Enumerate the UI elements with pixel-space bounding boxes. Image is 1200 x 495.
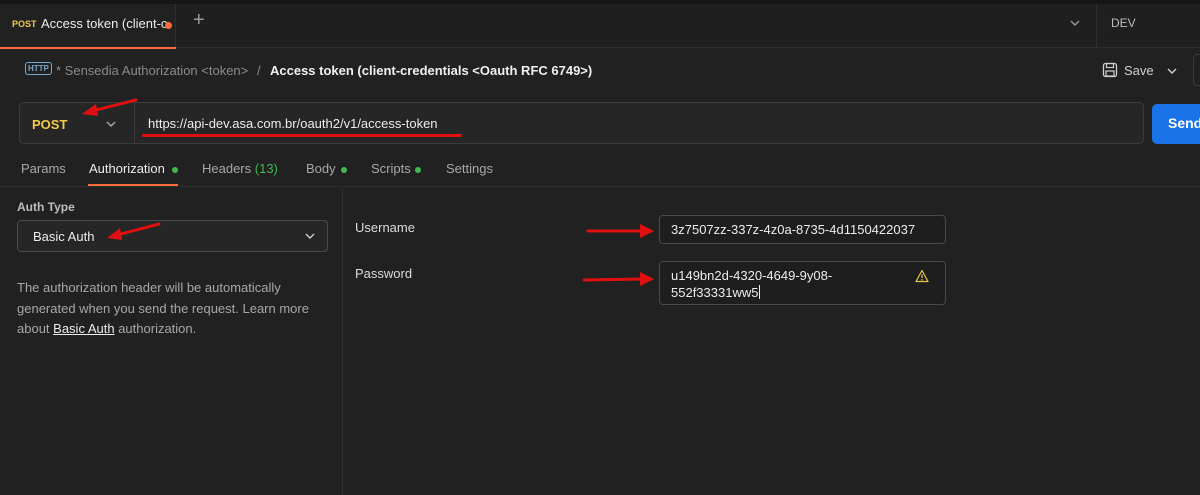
save-icon[interactable] (1102, 62, 1118, 78)
password-value-line1: u149bn2d-4320-4649-9y08- (671, 268, 833, 283)
breadcrumb-separator: / (257, 63, 261, 78)
http-request-icon: HTTP (25, 62, 52, 75)
tab-headers[interactable]: Headers (13) (202, 161, 278, 176)
url-input[interactable]: https://api-dev.asa.com.br/oauth2/v1/acc… (148, 116, 438, 131)
username-label: Username (355, 220, 415, 235)
unsaved-dot-icon (165, 22, 172, 29)
method-divider (134, 103, 135, 143)
auth-type-chevron-down-icon[interactable] (303, 229, 317, 243)
tab-method-badge: POST (12, 19, 37, 29)
password-value-text: 552f33331ww5 (671, 285, 759, 300)
password-label: Password (355, 266, 413, 281)
text-cursor (759, 285, 761, 299)
auth-description-suffix: authorization. (114, 321, 197, 336)
tabs-divider (0, 186, 1200, 187)
active-tab-indicator (0, 47, 176, 49)
http-method-select[interactable]: POST (32, 117, 67, 132)
auth-type-label: Auth Type (17, 200, 75, 214)
request-tab[interactable]: POST Access token (client-c (0, 4, 176, 49)
save-button[interactable]: Save (1124, 63, 1154, 78)
annotation-underline (142, 134, 462, 137)
tab-scripts[interactable]: Scripts (371, 161, 411, 176)
auth-type-value: Basic Auth (33, 229, 95, 244)
basic-auth-link[interactable]: Basic Auth (53, 321, 114, 336)
tabs-chevron-down-icon[interactable] (1068, 16, 1082, 30)
environment-selector[interactable]: DEV (1111, 16, 1136, 30)
tab-title: Access token (client-c (41, 16, 168, 31)
tab-headers-label: Headers (202, 161, 252, 176)
env-divider (1096, 4, 1097, 48)
auth-description: The authorization header will be automat… (17, 278, 327, 340)
tab-bar: POST Access token (client-c + DEV (0, 0, 1200, 49)
body-status-dot-icon (341, 167, 347, 173)
share-button[interactable] (1193, 54, 1200, 86)
send-button[interactable]: Send (1152, 104, 1200, 144)
method-chevron-down-icon[interactable] (104, 117, 118, 131)
window-top-edge (0, 0, 1200, 4)
password-value-line2: 552f33331ww5 (671, 284, 761, 301)
new-tab-plus-icon[interactable]: + (193, 10, 205, 30)
tab-params[interactable]: Params (21, 161, 66, 176)
panel-divider[interactable] (342, 187, 343, 495)
breadcrumb-collection[interactable]: * Sensedia Authorization <token> (56, 63, 248, 78)
tab-body[interactable]: Body (306, 161, 336, 176)
annotation-arrow-username-icon (586, 224, 654, 238)
scripts-status-dot-icon (415, 167, 421, 173)
username-value: 3z7507zz-337z-4z0a-8735-4d1150422037 (671, 222, 916, 237)
headers-count: (13) (254, 161, 278, 176)
tab-authorization[interactable]: Authorization (89, 161, 165, 176)
save-options-chevron-icon[interactable] (1165, 64, 1179, 78)
breadcrumb-request-name[interactable]: Access token (client-credentials <Oauth … (270, 63, 592, 78)
authorization-status-dot-icon (172, 167, 178, 173)
annotation-arrow-password-icon (582, 272, 654, 286)
warning-icon[interactable] (915, 269, 929, 283)
tab-settings[interactable]: Settings (446, 161, 493, 176)
